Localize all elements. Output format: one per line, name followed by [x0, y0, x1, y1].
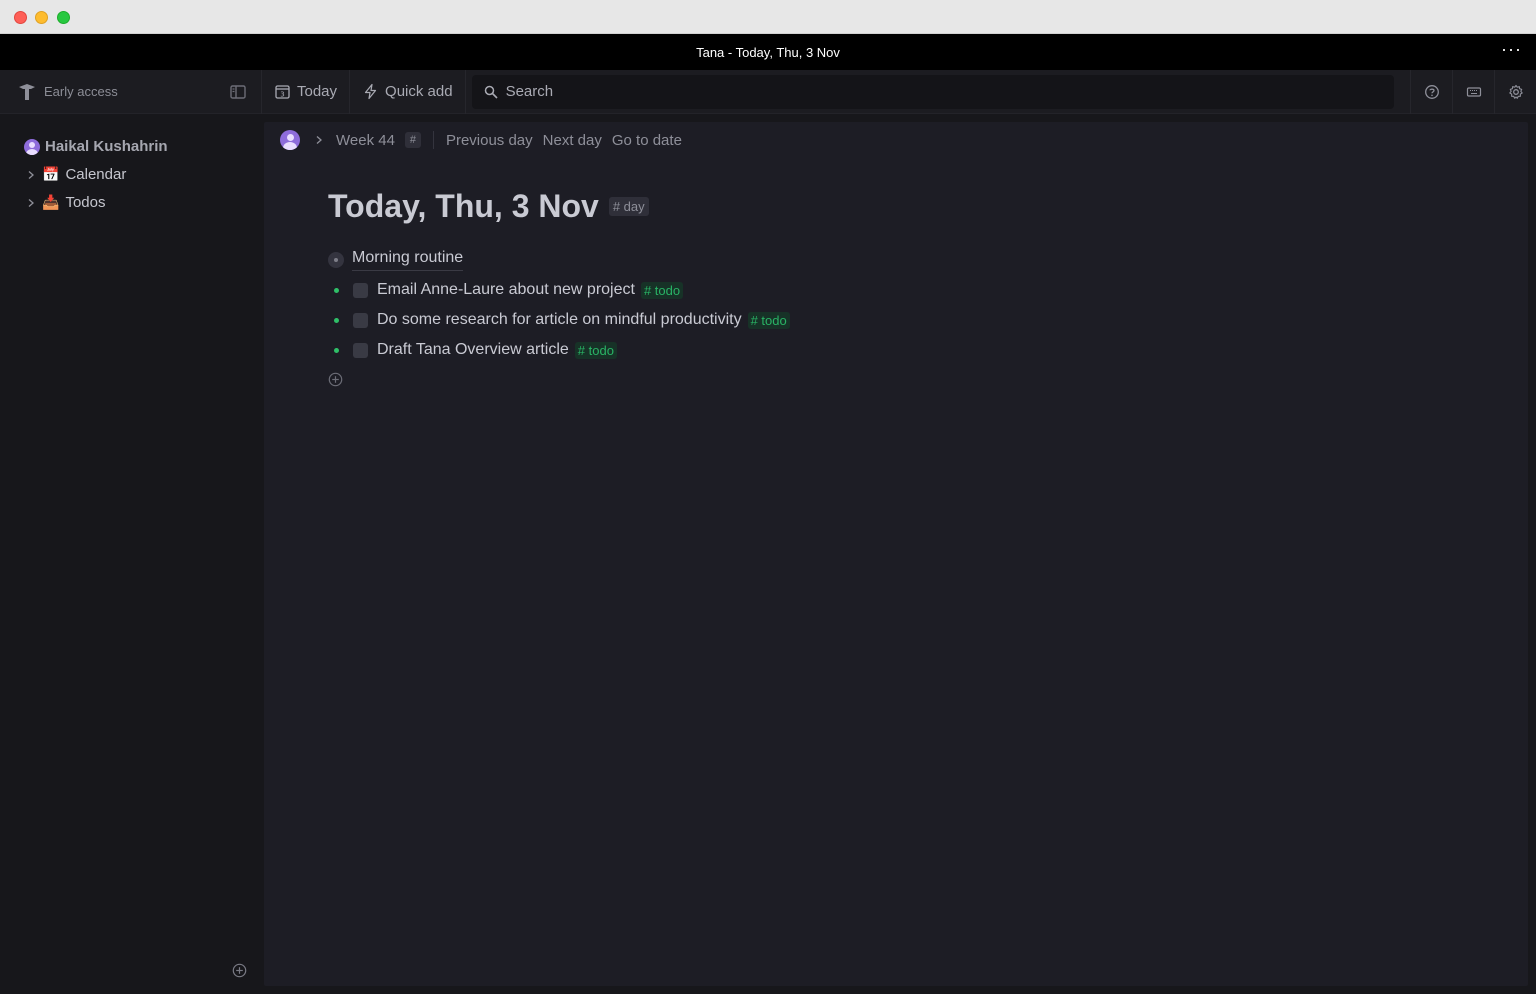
- toolbar-right: [1410, 70, 1536, 114]
- keyboard-icon: [1466, 87, 1481, 97]
- early-access-label: Early access: [44, 84, 118, 99]
- todo-text[interactable]: Do some research for article on mindful …: [377, 311, 742, 329]
- breadcrumb-week[interactable]: Week 44: [336, 132, 395, 149]
- search-placeholder: Search: [505, 83, 554, 100]
- search-icon: [484, 85, 498, 99]
- todo-tag[interactable]: # todo: [640, 281, 684, 299]
- todo-tag[interactable]: # todo: [747, 311, 790, 329]
- divider: [432, 131, 434, 149]
- lightning-icon: [364, 83, 377, 100]
- sidebar-item-calendar[interactable]: 📅 Calendar: [26, 166, 126, 183]
- toolbar: Early access 3 Today Quick add Search: [0, 69, 1536, 114]
- todo-node[interactable]: Do some research for article on mindful …: [334, 311, 790, 329]
- todo-text[interactable]: Draft Tana Overview article: [377, 341, 569, 359]
- todo-text[interactable]: Email Anne-Laure about new project: [377, 281, 635, 299]
- sidebar-item-label: Todos: [65, 194, 106, 211]
- quick-add-button[interactable]: Quick add: [350, 69, 466, 114]
- sidebar-item-todos[interactable]: 📥 Todos: [26, 194, 105, 211]
- quick-add-label: Quick add: [385, 83, 453, 100]
- todo-checkbox[interactable]: [353, 312, 368, 328]
- morning-routine-node[interactable]: Morning routine: [328, 249, 464, 271]
- chevron-right-icon[interactable]: [26, 170, 36, 180]
- window-title: Tana - Today, Thu, 3 Nov: [696, 44, 840, 60]
- page-title[interactable]: Today, Thu, 3 Nov: [328, 188, 599, 225]
- bullet-icon[interactable]: [334, 287, 339, 293]
- sidebar-item-label: Calendar: [65, 166, 127, 183]
- tana-logo-icon: [19, 83, 35, 100]
- today-label: Today: [297, 83, 338, 100]
- go-to-date-link[interactable]: Go to date: [612, 132, 682, 149]
- previous-day-link[interactable]: Previous day: [446, 132, 533, 149]
- main-panel: Week 44 # Previous day Next day Go to da…: [264, 122, 1528, 986]
- day-tag[interactable]: # day: [608, 197, 649, 216]
- keyboard-shortcuts-button[interactable]: [1452, 70, 1494, 114]
- breadcrumb-avatar[interactable]: [280, 130, 300, 150]
- add-workspace-icon[interactable]: [232, 963, 247, 978]
- toolbar-left: Early access: [0, 69, 262, 114]
- zoom-window-button[interactable]: [57, 11, 70, 24]
- settings-button[interactable]: [1494, 70, 1536, 114]
- breadcrumb: Week 44 # Previous day Next day Go to da…: [280, 129, 682, 151]
- title-bar: Tana - Today, Thu, 3 Nov ···: [0, 34, 1536, 70]
- more-menu-icon[interactable]: ···: [1501, 40, 1522, 58]
- todo-checkbox[interactable]: [353, 342, 368, 358]
- week-tag-badge[interactable]: #: [404, 132, 421, 148]
- calendar-icon: 3: [275, 85, 290, 99]
- todo-node[interactable]: Draft Tana Overview article # todo: [334, 341, 617, 359]
- chevron-right-icon[interactable]: [26, 198, 36, 208]
- today-button[interactable]: 3 Today: [262, 69, 351, 114]
- todo-checkbox[interactable]: [353, 282, 368, 298]
- bullet-icon[interactable]: [334, 317, 339, 323]
- svg-text:3: 3: [280, 91, 284, 99]
- app: Early access 3 Today Quick add Search Ha…: [0, 69, 1536, 994]
- inbox-emoji-icon: 📥: [42, 194, 60, 210]
- window-chrome: [0, 0, 1536, 34]
- close-window-button[interactable]: [14, 11, 27, 24]
- avatar: [24, 138, 40, 155]
- gear-icon: [1508, 84, 1523, 99]
- sidebar-toggle-icon[interactable]: [229, 83, 247, 101]
- sidebar: Haikal Kushahrin 📅 Calendar 📥 Todos: [0, 114, 262, 994]
- workspace-name: Haikal Kushahrin: [45, 138, 168, 155]
- todo-node[interactable]: Email Anne-Laure about new project # tod…: [334, 281, 684, 299]
- workspace-row[interactable]: Haikal Kushahrin: [24, 138, 168, 155]
- add-node-icon[interactable]: [328, 372, 343, 387]
- todo-tag[interactable]: # todo: [574, 341, 617, 359]
- help-icon: [1424, 85, 1439, 99]
- chevron-right-icon: [316, 136, 322, 144]
- bullet-icon[interactable]: [334, 347, 339, 353]
- page-header: Today, Thu, 3 Nov # day: [328, 188, 649, 225]
- search-input[interactable]: Search: [471, 74, 1394, 109]
- collapsed-bullet-icon[interactable]: [328, 252, 344, 268]
- node-text[interactable]: Morning routine: [352, 249, 464, 271]
- help-button[interactable]: [1410, 70, 1452, 114]
- minimize-window-button[interactable]: [35, 11, 48, 24]
- next-day-link[interactable]: Next day: [543, 132, 602, 149]
- calendar-emoji-icon: 📅: [42, 166, 60, 182]
